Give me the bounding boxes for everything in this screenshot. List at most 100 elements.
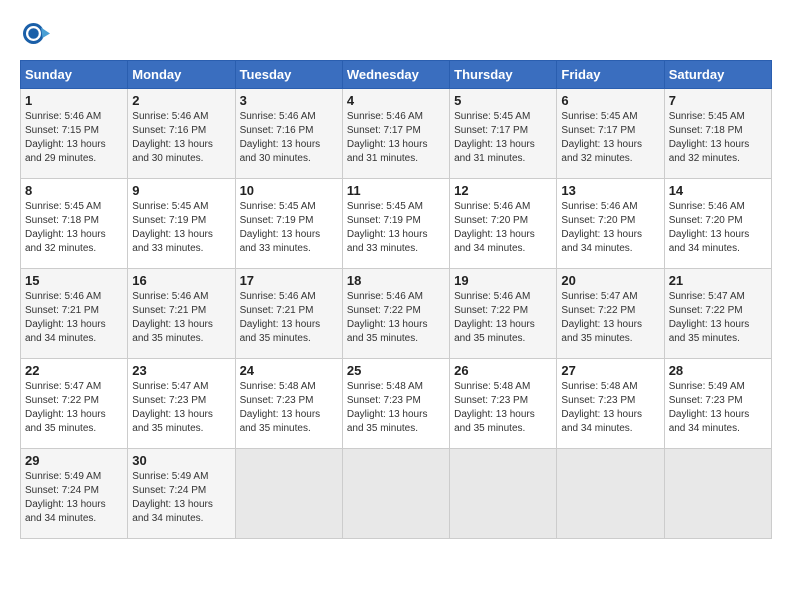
day-number: 11 — [347, 183, 445, 198]
week-row-1: 8 Sunrise: 5:45 AMSunset: 7:18 PMDayligh… — [21, 179, 772, 269]
calendar-cell — [235, 449, 342, 539]
calendar-cell: 19 Sunrise: 5:46 AMSunset: 7:22 PMDaylig… — [450, 269, 557, 359]
day-number: 3 — [240, 93, 338, 108]
day-info: Sunrise: 5:45 AMSunset: 7:17 PMDaylight:… — [561, 111, 642, 164]
day-number: 14 — [669, 183, 767, 198]
day-info: Sunrise: 5:46 AMSunset: 7:22 PMDaylight:… — [454, 291, 535, 344]
calendar-cell: 21 Sunrise: 5:47 AMSunset: 7:22 PMDaylig… — [664, 269, 771, 359]
day-info: Sunrise: 5:47 AMSunset: 7:22 PMDaylight:… — [25, 381, 106, 434]
day-info: Sunrise: 5:46 AMSunset: 7:16 PMDaylight:… — [132, 111, 213, 164]
day-info: Sunrise: 5:49 AMSunset: 7:24 PMDaylight:… — [132, 471, 213, 524]
day-info: Sunrise: 5:46 AMSunset: 7:21 PMDaylight:… — [132, 291, 213, 344]
calendar-cell: 15 Sunrise: 5:46 AMSunset: 7:21 PMDaylig… — [21, 269, 128, 359]
calendar-cell: 27 Sunrise: 5:48 AMSunset: 7:23 PMDaylig… — [557, 359, 664, 449]
day-info: Sunrise: 5:46 AMSunset: 7:16 PMDaylight:… — [240, 111, 321, 164]
day-number: 15 — [25, 273, 123, 288]
day-number: 21 — [669, 273, 767, 288]
day-info: Sunrise: 5:48 AMSunset: 7:23 PMDaylight:… — [454, 381, 535, 434]
calendar-cell: 24 Sunrise: 5:48 AMSunset: 7:23 PMDaylig… — [235, 359, 342, 449]
day-info: Sunrise: 5:46 AMSunset: 7:20 PMDaylight:… — [561, 201, 642, 254]
calendar-cell: 16 Sunrise: 5:46 AMSunset: 7:21 PMDaylig… — [128, 269, 235, 359]
day-number: 25 — [347, 363, 445, 378]
calendar-cell: 1 Sunrise: 5:46 AMSunset: 7:15 PMDayligh… — [21, 89, 128, 179]
day-number: 18 — [347, 273, 445, 288]
day-number: 30 — [132, 453, 230, 468]
day-number: 23 — [132, 363, 230, 378]
calendar-cell: 7 Sunrise: 5:45 AMSunset: 7:18 PMDayligh… — [664, 89, 771, 179]
day-number: 20 — [561, 273, 659, 288]
day-info: Sunrise: 5:48 AMSunset: 7:23 PMDaylight:… — [240, 381, 321, 434]
day-number: 19 — [454, 273, 552, 288]
calendar-cell: 30 Sunrise: 5:49 AMSunset: 7:24 PMDaylig… — [128, 449, 235, 539]
day-info: Sunrise: 5:49 AMSunset: 7:23 PMDaylight:… — [669, 381, 750, 434]
day-number: 7 — [669, 93, 767, 108]
header-wednesday: Wednesday — [342, 61, 449, 89]
calendar-cell — [664, 449, 771, 539]
day-number: 4 — [347, 93, 445, 108]
day-number: 28 — [669, 363, 767, 378]
week-row-3: 22 Sunrise: 5:47 AMSunset: 7:22 PMDaylig… — [21, 359, 772, 449]
calendar-cell: 18 Sunrise: 5:46 AMSunset: 7:22 PMDaylig… — [342, 269, 449, 359]
day-info: Sunrise: 5:46 AMSunset: 7:15 PMDaylight:… — [25, 111, 106, 164]
day-number: 9 — [132, 183, 230, 198]
calendar-cell — [557, 449, 664, 539]
calendar-cell — [450, 449, 557, 539]
calendar-cell: 20 Sunrise: 5:47 AMSunset: 7:22 PMDaylig… — [557, 269, 664, 359]
calendar-cell: 10 Sunrise: 5:45 AMSunset: 7:19 PMDaylig… — [235, 179, 342, 269]
day-number: 17 — [240, 273, 338, 288]
calendar-cell: 8 Sunrise: 5:45 AMSunset: 7:18 PMDayligh… — [21, 179, 128, 269]
day-number: 10 — [240, 183, 338, 198]
calendar-cell: 29 Sunrise: 5:49 AMSunset: 7:24 PMDaylig… — [21, 449, 128, 539]
header-monday: Monday — [128, 61, 235, 89]
day-info: Sunrise: 5:45 AMSunset: 7:18 PMDaylight:… — [669, 111, 750, 164]
week-row-2: 15 Sunrise: 5:46 AMSunset: 7:21 PMDaylig… — [21, 269, 772, 359]
header-sunday: Sunday — [21, 61, 128, 89]
day-info: Sunrise: 5:49 AMSunset: 7:24 PMDaylight:… — [25, 471, 106, 524]
week-row-4: 29 Sunrise: 5:49 AMSunset: 7:24 PMDaylig… — [21, 449, 772, 539]
day-info: Sunrise: 5:46 AMSunset: 7:22 PMDaylight:… — [347, 291, 428, 344]
day-info: Sunrise: 5:47 AMSunset: 7:22 PMDaylight:… — [561, 291, 642, 344]
day-info: Sunrise: 5:45 AMSunset: 7:19 PMDaylight:… — [132, 201, 213, 254]
calendar-cell: 4 Sunrise: 5:46 AMSunset: 7:17 PMDayligh… — [342, 89, 449, 179]
calendar-cell: 23 Sunrise: 5:47 AMSunset: 7:23 PMDaylig… — [128, 359, 235, 449]
day-info: Sunrise: 5:45 AMSunset: 7:19 PMDaylight:… — [240, 201, 321, 254]
calendar-cell: 22 Sunrise: 5:47 AMSunset: 7:22 PMDaylig… — [21, 359, 128, 449]
calendar-cell: 28 Sunrise: 5:49 AMSunset: 7:23 PMDaylig… — [664, 359, 771, 449]
day-number: 27 — [561, 363, 659, 378]
day-number: 1 — [25, 93, 123, 108]
header — [20, 20, 772, 50]
day-info: Sunrise: 5:45 AMSunset: 7:17 PMDaylight:… — [454, 111, 535, 164]
day-info: Sunrise: 5:46 AMSunset: 7:17 PMDaylight:… — [347, 111, 428, 164]
day-number: 5 — [454, 93, 552, 108]
day-number: 2 — [132, 93, 230, 108]
day-info: Sunrise: 5:48 AMSunset: 7:23 PMDaylight:… — [561, 381, 642, 434]
day-info: Sunrise: 5:45 AMSunset: 7:19 PMDaylight:… — [347, 201, 428, 254]
header-tuesday: Tuesday — [235, 61, 342, 89]
calendar-cell: 14 Sunrise: 5:46 AMSunset: 7:20 PMDaylig… — [664, 179, 771, 269]
calendar-cell: 3 Sunrise: 5:46 AMSunset: 7:16 PMDayligh… — [235, 89, 342, 179]
day-number: 8 — [25, 183, 123, 198]
day-info: Sunrise: 5:46 AMSunset: 7:21 PMDaylight:… — [240, 291, 321, 344]
calendar-cell: 13 Sunrise: 5:46 AMSunset: 7:20 PMDaylig… — [557, 179, 664, 269]
header-friday: Friday — [557, 61, 664, 89]
day-number: 6 — [561, 93, 659, 108]
day-info: Sunrise: 5:47 AMSunset: 7:22 PMDaylight:… — [669, 291, 750, 344]
day-number: 29 — [25, 453, 123, 468]
week-row-0: 1 Sunrise: 5:46 AMSunset: 7:15 PMDayligh… — [21, 89, 772, 179]
calendar-cell: 17 Sunrise: 5:46 AMSunset: 7:21 PMDaylig… — [235, 269, 342, 359]
day-number: 13 — [561, 183, 659, 198]
day-number: 12 — [454, 183, 552, 198]
calendar-cell: 2 Sunrise: 5:46 AMSunset: 7:16 PMDayligh… — [128, 89, 235, 179]
calendar-cell: 11 Sunrise: 5:45 AMSunset: 7:19 PMDaylig… — [342, 179, 449, 269]
header-thursday: Thursday — [450, 61, 557, 89]
calendar-cell: 25 Sunrise: 5:48 AMSunset: 7:23 PMDaylig… — [342, 359, 449, 449]
calendar: SundayMondayTuesdayWednesdayThursdayFrid… — [20, 60, 772, 539]
day-number: 26 — [454, 363, 552, 378]
day-info: Sunrise: 5:46 AMSunset: 7:21 PMDaylight:… — [25, 291, 106, 344]
logo — [20, 20, 54, 50]
day-number: 24 — [240, 363, 338, 378]
calendar-cell — [342, 449, 449, 539]
day-info: Sunrise: 5:45 AMSunset: 7:18 PMDaylight:… — [25, 201, 106, 254]
day-info: Sunrise: 5:46 AMSunset: 7:20 PMDaylight:… — [669, 201, 750, 254]
calendar-header-row: SundayMondayTuesdayWednesdayThursdayFrid… — [21, 61, 772, 89]
